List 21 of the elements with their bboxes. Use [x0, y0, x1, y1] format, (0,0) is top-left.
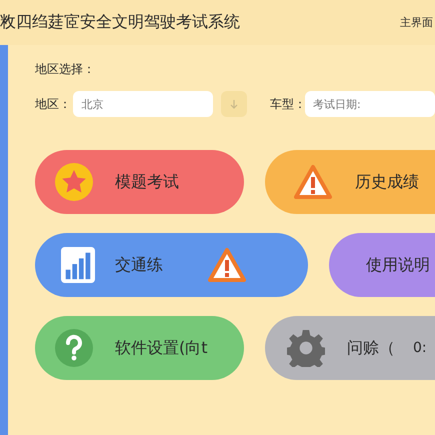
menu-button[interactable]: 使用说明: [329, 233, 435, 297]
menu-button[interactable]: 历史成绩: [265, 150, 435, 214]
region-field[interactable]: 北京: [73, 91, 214, 117]
warning-icon: [207, 247, 247, 283]
dropdown-button[interactable]: [221, 91, 247, 117]
menu-button[interactable]: 问赊（ 0:: [265, 316, 435, 380]
main-menu-link[interactable]: 主界面: [400, 15, 433, 30]
menu-button-value: 0:: [413, 340, 427, 356]
menu-button[interactable]: 软件设置(向t: [35, 316, 244, 380]
menu-button[interactable]: 模题考试: [35, 150, 244, 214]
field-label: 车型：: [270, 96, 305, 112]
window-title: 敉四绉莛宧安全文明驾驶考试系统: [0, 12, 240, 33]
section-heading: 地区选择：: [35, 61, 95, 78]
bar-chart-icon: [61, 246, 95, 284]
arrow-down-icon: [229, 99, 240, 109]
help-icon: [55, 329, 93, 367]
settings-icon: [287, 329, 325, 367]
warning-icon: [293, 164, 333, 200]
menu-button[interactable]: 交通练: [35, 233, 308, 297]
field-label: 地区：: [35, 96, 72, 112]
car-type-field[interactable]: 考试日期:: [305, 91, 435, 117]
